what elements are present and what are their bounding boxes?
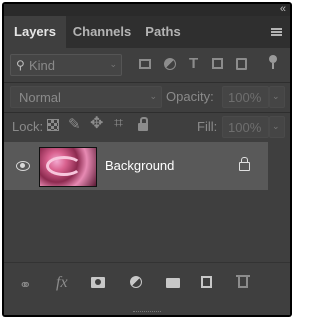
link-layers-icon[interactable]: ⚭ <box>19 278 32 293</box>
lock-icon[interactable] <box>239 157 250 171</box>
new-adjustment-layer-icon[interactable] <box>130 276 142 288</box>
lock-position-icon[interactable]: ✥ <box>90 116 103 132</box>
tab-paths[interactable]: Paths <box>138 16 188 48</box>
search-icon: ⚲ <box>16 58 25 72</box>
lock-image-pixels-icon[interactable]: ✎ <box>68 117 81 132</box>
fill-dropdown[interactable]: ⌄ <box>269 116 285 138</box>
filter-kind-select[interactable]: ⚲ Kind ⌄ <box>10 54 122 76</box>
lock-all-shackle <box>140 117 148 124</box>
panel-top-strip: « <box>4 4 290 16</box>
tab-bar: Layers Channels Paths <box>4 16 290 48</box>
new-layer-icon[interactable] <box>201 276 212 288</box>
divider <box>4 262 290 263</box>
lock-transparent-pixels-icon[interactable] <box>47 119 59 131</box>
delete-layer-icon[interactable] <box>238 277 248 288</box>
blend-mode-select[interactable]: Normal ⌄ <box>10 86 162 108</box>
delete-layer-lid <box>236 275 250 277</box>
lock-all-icon[interactable] <box>138 123 148 131</box>
tab-channels[interactable]: Channels <box>66 16 138 48</box>
opacity-dropdown[interactable]: ⌄ <box>269 86 285 108</box>
lock-label: Lock: <box>12 119 44 134</box>
add-mask-icon[interactable] <box>91 277 105 288</box>
layer-row-background[interactable]: Background <box>4 142 268 190</box>
tab-layers[interactable]: Layers <box>4 16 66 48</box>
fill-value: 100% <box>228 120 262 135</box>
type-filter-icon[interactable]: T <box>189 56 198 71</box>
opacity-label: Opacity: <box>166 89 214 104</box>
divider <box>4 82 290 83</box>
panel-menu-icon[interactable] <box>271 28 282 36</box>
resize-grip[interactable] <box>133 311 161 314</box>
eye-icon[interactable] <box>16 161 30 171</box>
collapse-panel-icon[interactable]: « <box>280 4 286 15</box>
divider <box>4 112 290 113</box>
layer-thumbnail <box>39 147 97 187</box>
filter-toggle-stem <box>272 63 274 69</box>
shape-filter-icon[interactable] <box>212 58 223 69</box>
opacity-value: 100% <box>228 90 262 105</box>
lock-artboard-icon[interactable]: ⌗ <box>114 116 123 132</box>
chevron-down-icon: ⌄ <box>272 121 280 131</box>
fill-label: Fill: <box>197 119 218 134</box>
image-filter-icon[interactable] <box>139 59 151 69</box>
smart-object-filter-icon[interactable] <box>236 58 247 70</box>
opacity-input[interactable]: 100% <box>222 86 269 108</box>
filter-kind-placeholder: Kind <box>29 58 56 73</box>
filter-toggle-icon[interactable] <box>269 55 277 63</box>
chevron-down-icon: ⌄ <box>109 59 117 69</box>
layers-panel: « Layers Channels Paths ⚲ Kind ⌄ T Norma… <box>4 4 290 315</box>
blend-mode-value: Normal <box>19 90 61 105</box>
chevron-down-icon: ⌄ <box>149 91 157 101</box>
chevron-down-icon: ⌄ <box>272 91 280 101</box>
fill-input[interactable]: 100% <box>222 116 269 138</box>
add-layer-style-icon[interactable]: fx <box>56 275 68 291</box>
new-group-icon[interactable] <box>166 278 180 288</box>
adjustment-filter-icon[interactable] <box>164 58 176 70</box>
layer-name: Background <box>105 158 175 173</box>
